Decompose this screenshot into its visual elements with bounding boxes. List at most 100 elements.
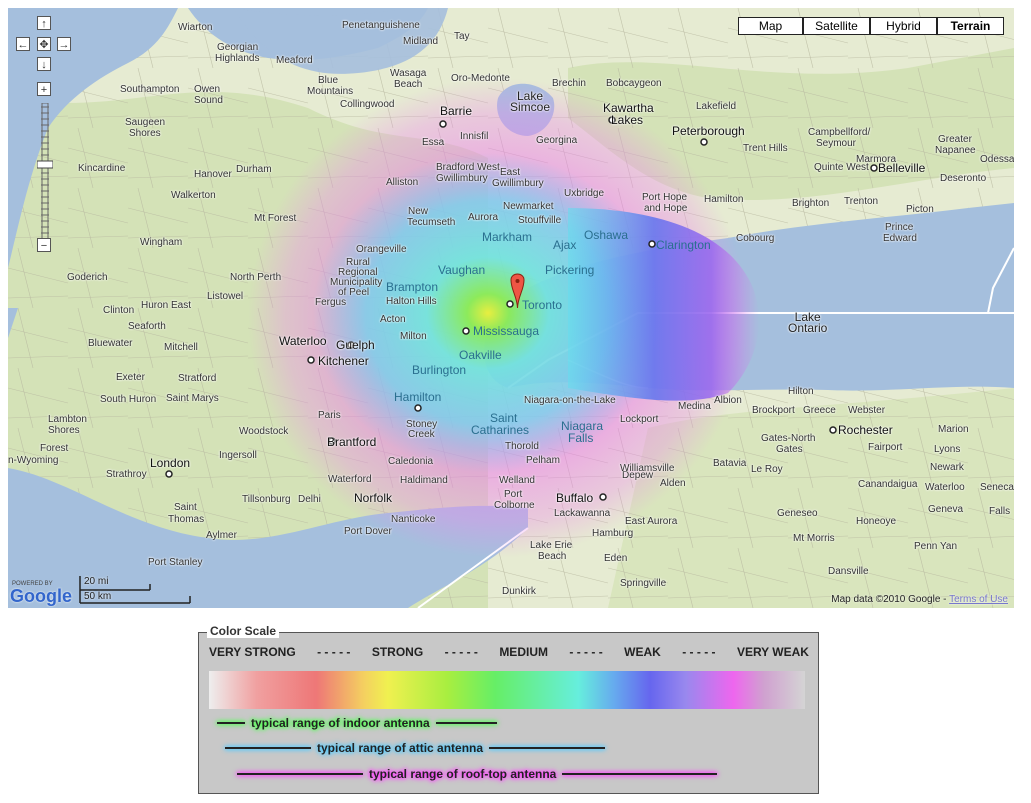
place-label: Toronto	[522, 298, 563, 312]
place-label: Trenton	[844, 196, 879, 207]
pan-center-button[interactable]: ✥	[37, 37, 51, 51]
place-label: Paris	[318, 410, 341, 421]
place-label: Lakefield	[696, 101, 737, 112]
place-label: East	[500, 167, 521, 178]
map-type-hybrid-button[interactable]: Hybrid	[870, 17, 937, 35]
place-label: Fergus	[315, 297, 347, 308]
place-label: Bradford West	[436, 162, 500, 173]
place-label: Greece	[803, 405, 836, 416]
place-label: Honeoye	[856, 516, 897, 527]
place-label: London	[150, 456, 191, 470]
heading-very-weak: VERY WEAK	[736, 645, 809, 659]
place-label: Fairport	[868, 442, 903, 453]
place-label: Stratford	[178, 373, 217, 384]
zoom-in-button[interactable]: +	[37, 82, 51, 96]
place-label: Georgian	[217, 42, 259, 53]
attic-antenna-label: typical range of attic antenna	[317, 741, 484, 755]
place-label: Dansville	[828, 566, 869, 577]
google-logo[interactable]: POWERED BY Google	[10, 581, 72, 605]
place-label: Prince	[885, 222, 914, 233]
place-label: Kincardine	[78, 163, 126, 174]
map-view[interactable]: Wiarton Penetanguishene Midland Tay Georgian…	[8, 8, 1014, 608]
place-label: Rochester	[838, 423, 893, 437]
attribution-text: Map data ©2010 Google -	[831, 594, 950, 605]
pan-right-button[interactable]: →	[57, 37, 71, 51]
indoor-antenna-range: typical range of indoor antenna	[217, 716, 497, 730]
pan-left-button[interactable]: ←	[16, 37, 30, 51]
place-label: Brighton	[792, 198, 830, 209]
place-label: Catharines	[471, 423, 530, 437]
place-label: Shores	[48, 425, 80, 436]
place-label: Tay	[454, 31, 470, 42]
place-label: Seymour	[816, 138, 857, 149]
place-label: Geneseo	[777, 508, 818, 519]
map-type-satellite-button[interactable]: Satellite	[803, 17, 870, 35]
place-label: Georgina	[536, 135, 578, 146]
place-label: Lakes	[611, 113, 644, 127]
place-label: Gates	[776, 444, 803, 455]
place-label: Albion	[714, 395, 742, 406]
pan-up-button[interactable]: ↑	[37, 16, 51, 30]
place-label: Campbellford/	[808, 127, 871, 138]
place-label: Wasaga	[390, 68, 427, 79]
terms-of-use-link[interactable]: Terms of Use	[949, 594, 1008, 605]
place-label: Waterloo	[279, 334, 327, 348]
place-label: Saint	[174, 502, 197, 513]
place-label: Napanee	[935, 145, 976, 156]
place-label: Barrie	[440, 104, 473, 118]
heading-medium: MEDIUM	[499, 645, 548, 659]
roof-antenna-range: typical range of roof-top antenna	[237, 767, 717, 781]
place-label: Stouffville	[518, 215, 562, 226]
place-label: Delhi	[298, 494, 321, 505]
place-label: Woodstock	[239, 426, 289, 437]
place-label: Collingwood	[340, 99, 395, 110]
place-label: Gates-North	[761, 433, 816, 444]
place-label: Thomas	[168, 514, 205, 525]
place-label: Oro-Medonte	[451, 73, 510, 84]
place-label: Wingham	[140, 237, 183, 248]
place-label: Owen	[194, 84, 221, 95]
place-label: Alliston	[386, 177, 419, 188]
place-label: Sound	[194, 95, 223, 106]
place-label: Markham	[482, 230, 533, 244]
place-label: North Perth	[230, 272, 282, 283]
place-label: Gwillimbury	[492, 178, 544, 189]
place-label: Gwillimbury	[436, 173, 488, 184]
place-label: Deseronto	[940, 173, 987, 184]
map-type-terrain-button[interactable]: Terrain	[937, 17, 1004, 35]
place-label: Saint Marys	[166, 393, 219, 404]
place-label: Dunkirk	[502, 586, 536, 597]
place-label: Niagara-on-the-Lake	[524, 395, 616, 406]
indoor-antenna-label: typical range of indoor antenna	[251, 716, 430, 730]
place-label: Medina	[678, 401, 711, 412]
lake-label-line: Simcoe	[510, 100, 551, 114]
zoom-out-button[interactable]: −	[37, 238, 51, 252]
place-label: Brantford	[327, 435, 377, 449]
lake-label: Lake Ontario	[788, 311, 827, 334]
zoom-slider-thumb[interactable]	[37, 160, 53, 169]
place-label: Seneca	[980, 482, 1014, 493]
zoom-slider[interactable]	[37, 103, 53, 239]
place-label: Thorold	[505, 441, 539, 452]
pan-down-button[interactable]: ↓	[37, 57, 51, 71]
place-label: New	[408, 206, 429, 217]
heading-strong: STRONG	[371, 645, 424, 659]
google-wordmark: Google	[10, 586, 72, 606]
place-label: Alden	[660, 478, 686, 489]
place-label: Newmarket	[503, 201, 554, 212]
place-label: Hamilton	[394, 390, 442, 404]
place-label: Peterborough	[672, 124, 745, 138]
roof-antenna-label: typical range of roof-top antenna	[369, 767, 557, 781]
place-label: Mt Morris	[793, 533, 835, 544]
heading-separator: - - - - -	[682, 645, 716, 659]
place-label: Port	[504, 489, 523, 500]
place-label: Bobcaygeon	[606, 78, 662, 89]
place-label: Lockport	[620, 414, 659, 425]
place-label: Acton	[380, 314, 406, 325]
place-label: Brechin	[552, 78, 586, 89]
place-label: Uxbridge	[564, 188, 605, 199]
place-label: Greater	[938, 134, 972, 145]
place-label: Huron East	[141, 300, 192, 311]
heading-separator: - - - - -	[317, 645, 351, 659]
map-type-map-button[interactable]: Map	[738, 17, 803, 35]
